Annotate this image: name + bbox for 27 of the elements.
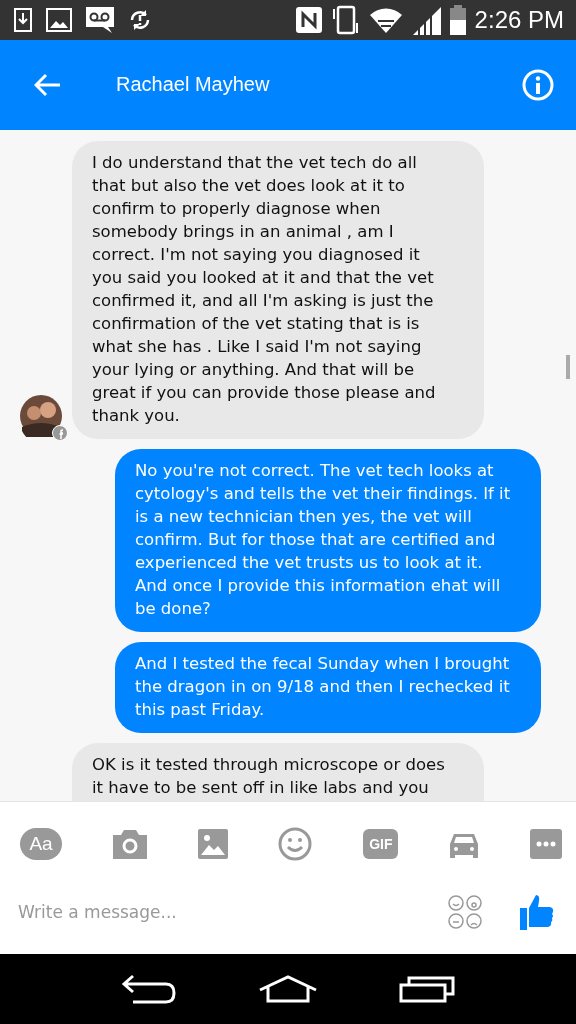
info-icon[interactable] [522, 68, 554, 101]
more-icon[interactable] [529, 829, 562, 860]
download-icon [14, 7, 32, 32]
image-icon [46, 7, 72, 32]
message-bubble: I do understand that the vet tech do all that but also the vet does look at it to confirm to properly diagnose when somebody brings in an animal , am I correct. I'm not saying you diagnosed it you said you looked at it and that the vet confirmed it, and all I'm asking is just the confirmation of the vet stating that is is what she has . Like I said I'm not saying your lying or anything. And that will be great if you can provide those please and thank you. [72, 141, 484, 440]
clock: 2:26 PM [474, 5, 564, 34]
battery-icon [448, 4, 467, 35]
message-bubble: OK is it tested through microscope or does it have to be sent off in like labs and you [72, 743, 484, 802]
avatar[interactable] [20, 395, 62, 438]
text-format-button[interactable]: Aa [20, 828, 62, 861]
home-icon[interactable] [258, 975, 318, 1004]
contact-name: Rachael Mayhew [116, 73, 271, 97]
vibrate-icon [330, 4, 361, 35]
smiley-icon[interactable] [278, 827, 313, 862]
voicemail-icon [86, 6, 114, 33]
emoji-faces-icon[interactable] [448, 895, 482, 930]
nfc-icon [294, 5, 323, 34]
image-icon[interactable] [197, 829, 228, 860]
camera-icon[interactable] [112, 829, 147, 860]
gif-button[interactable]: GIF [363, 829, 399, 860]
message-input[interactable]: Write a message... [18, 898, 410, 927]
thumbs-up-icon[interactable] [520, 894, 554, 931]
message-bubble: No you're not correct. The vet tech looks at cytology's and tells the vet their findings. If it is a new technician then yes, the vet will confirm. But for those that are certified and experienced the vet trusts us to look at it. And once I provide this information ehat will be done? [115, 449, 541, 633]
message-bubble: And I tested the fecal Sunday when I brought the dragon in on 9/18 and then I rechecked it this past Friday. [115, 642, 541, 734]
recent-apps-icon[interactable] [399, 975, 456, 1004]
messenger-badge-icon [52, 425, 68, 442]
back-icon[interactable] [120, 974, 177, 1005]
